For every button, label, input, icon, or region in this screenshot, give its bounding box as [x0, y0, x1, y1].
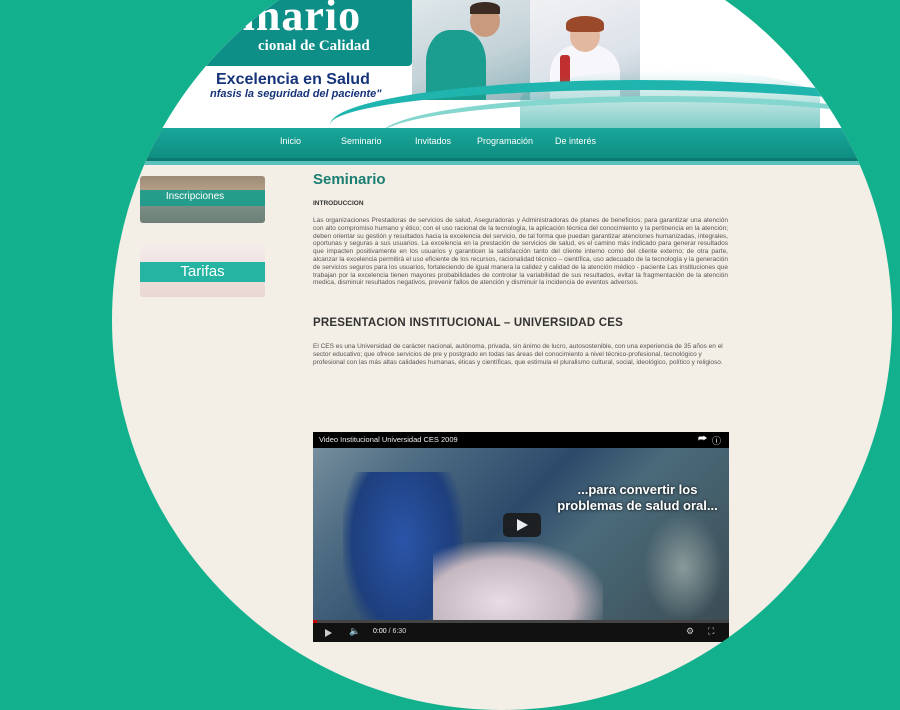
- video-titlebar: Video Institucional Universidad CES 2009…: [313, 432, 729, 448]
- video-controls: 🔈 0:00 / 6:30 ⚙ ⛶: [313, 620, 729, 642]
- main-content: Seminario INTRODUCCION Las organizacione…: [313, 170, 728, 367]
- share-icon[interactable]: ⮫: [698, 434, 707, 445]
- video-title[interactable]: Video Institucional Universidad CES 2009: [319, 435, 458, 444]
- nav-item-de-interes[interactable]: De interés: [555, 136, 596, 146]
- duration: / 6:30: [388, 628, 407, 635]
- video-progress-bar[interactable]: [313, 620, 729, 623]
- video-time: 0:00 / 6:30: [373, 628, 406, 635]
- fullscreen-icon[interactable]: ⛶: [708, 626, 714, 637]
- inscripciones-banner[interactable]: Inscripciones: [140, 176, 265, 223]
- logo-title: minario: [205, 0, 362, 40]
- play-button[interactable]: [503, 513, 541, 537]
- play-triangle-icon: [517, 519, 528, 531]
- nav-item-seminario[interactable]: Seminario: [341, 136, 382, 146]
- intro-paragraph: Las organizaciones Prestadoras de servic…: [313, 217, 728, 287]
- page-title: Seminario: [313, 171, 386, 188]
- section-heading: PRESENTACION INSTITUCIONAL – UNIVERSIDAD…: [313, 317, 623, 330]
- nav-underline: [112, 161, 892, 165]
- nav-item-inicio[interactable]: Inicio: [280, 136, 301, 146]
- main-nav: Inicio Seminario Invitados Programación …: [112, 128, 892, 161]
- gear-icon[interactable]: ⚙: [686, 626, 694, 637]
- circular-frame: minario cional de Calidad Excelencia en …: [112, 0, 892, 710]
- slogan-subtitle: nfasis la seguridad del paciente": [210, 88, 382, 100]
- current-time: 0:00: [373, 628, 387, 635]
- volume-icon[interactable]: 🔈: [349, 626, 360, 637]
- section-paragraph: El CES es una Universidad de carácter na…: [313, 343, 723, 366]
- video-caption: ...para convertir los problemas de salud…: [557, 482, 718, 513]
- play-icon[interactable]: [325, 629, 332, 637]
- intro-heading: INTRODUCCION: [313, 200, 364, 207]
- nav-item-invitados[interactable]: Invitados: [415, 136, 451, 146]
- slogan: Excelencia en Salud: [216, 71, 370, 88]
- info-icon[interactable]: ⓘ: [712, 434, 721, 447]
- video-player[interactable]: Video Institucional Universidad CES 2009…: [313, 432, 729, 642]
- tarifas-banner[interactable]: Tarifas: [140, 244, 265, 297]
- site-header: minario cional de Calidad Excelencia en …: [112, 0, 892, 128]
- inscripciones-label: Inscripciones: [165, 191, 225, 202]
- video-frame-lamp: [643, 512, 723, 622]
- website-page: minario cional de Calidad Excelencia en …: [112, 0, 892, 650]
- nav-item-programacion[interactable]: Programación: [477, 136, 533, 146]
- logo-subtitle: cional de Calidad: [258, 38, 370, 54]
- tarifas-label: Tarifas: [180, 263, 225, 280]
- video-progress-fill: [313, 620, 318, 623]
